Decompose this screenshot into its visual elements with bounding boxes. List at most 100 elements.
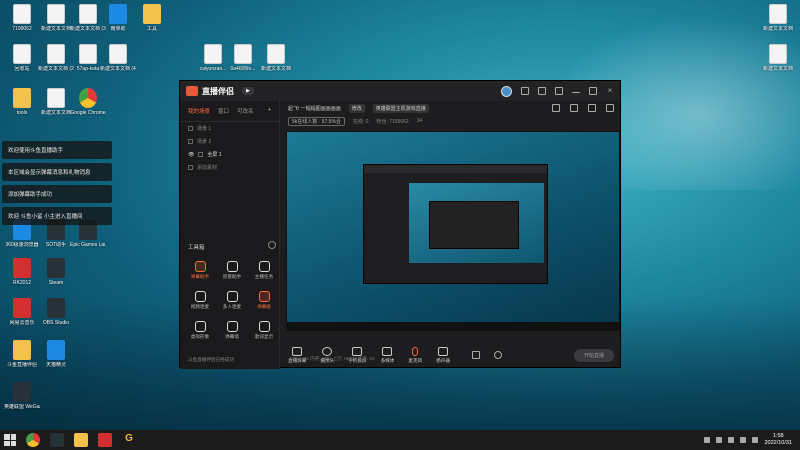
media-button[interactable]: 多媒体 <box>381 346 394 364</box>
tray-icon[interactable] <box>728 437 735 443</box>
eye-icon[interactable]: 👁 <box>188 152 194 158</box>
scene-item[interactable]: 👁 全屏 1 <box>180 148 279 161</box>
start-live-button[interactable]: 开始直播 <box>573 348 614 362</box>
speaker-button[interactable]: 扬声器 <box>436 346 450 364</box>
app-icon <box>47 340 65 360</box>
stream-preview[interactable] <box>286 131 620 331</box>
desktop-icon[interactable]: tools <box>4 88 40 116</box>
mail-icon[interactable] <box>521 87 529 95</box>
desktop-icon[interactable]: 7199062 <box>4 4 40 32</box>
gift-icon[interactable] <box>552 104 560 112</box>
tool-item[interactable]: 主播任务 <box>250 261 278 280</box>
bell-icon[interactable] <box>588 104 596 112</box>
tool-item[interactable]: 视频连麦 <box>186 291 214 310</box>
desktop-icon-label: Google Chrome <box>70 110 106 116</box>
tray-icon[interactable] <box>704 437 711 443</box>
desktop-icon[interactable]: 回收站 <box>4 44 40 72</box>
game-icon <box>13 382 31 402</box>
tool-item[interactable]: 多人连麦 <box>218 291 246 310</box>
desktop-icon[interactable]: 新建文本文档 <box>38 4 74 32</box>
preview-window <box>363 164 548 284</box>
live-pill[interactable]: ▶ <box>242 87 254 95</box>
box-icon[interactable] <box>570 104 578 112</box>
tool-item[interactable]: 房管助手 <box>218 261 246 280</box>
checkbox-icon[interactable] <box>188 165 193 170</box>
tab-window[interactable]: 窗口 <box>218 107 229 115</box>
desktop-icon[interactable]: 新建文本文档 (4) <box>100 44 136 72</box>
desktop-icon[interactable]: 新建文本文档 <box>760 4 796 32</box>
more-tools-button[interactable] <box>268 241 276 249</box>
desktop-icon[interactable]: 斗鱼直播伴侣 <box>4 340 40 368</box>
douyu-taskbar-icon[interactable] <box>74 433 88 447</box>
scene-item[interactable]: 场景 1 <box>180 122 279 135</box>
preview-taskbar <box>287 322 619 330</box>
checkbox-icon[interactable] <box>188 126 193 131</box>
category-tag[interactable]: 英雄联盟主机游戏直播 <box>372 103 429 113</box>
minimize-icon[interactable] <box>572 89 580 93</box>
checkbox-icon[interactable] <box>198 152 204 157</box>
desktop-icon[interactable]: 雨果助 <box>100 4 136 32</box>
tab-my-scenes[interactable]: 我的场景 <box>188 107 210 115</box>
desktop-icon[interactable]: 天猫精灵 <box>38 340 74 368</box>
tool-label: 弹幕姬 <box>257 304 271 309</box>
doc-icon <box>79 44 97 64</box>
terminal-taskbar-icon[interactable] <box>50 433 64 447</box>
desktop-icon-label: 斗鱼直播伴侣 <box>6 362 37 368</box>
volume-icon[interactable] <box>752 437 759 443</box>
tool-label: 虚拟形象 <box>190 334 210 339</box>
chrome-icon <box>79 88 97 108</box>
nested-preview-window <box>429 201 519 249</box>
close-icon[interactable]: × <box>606 87 614 95</box>
desktop-icon[interactable]: 0a4605fe... <box>225 44 261 72</box>
desktop-icon[interactable]: 新建文本文档 (2) <box>38 44 74 72</box>
desktop-icon-label: SOT助手 <box>45 242 67 248</box>
shirt-icon[interactable] <box>538 87 546 95</box>
desktop-icon[interactable]: 新建文本文档 <box>258 44 294 72</box>
scene-item[interactable]: 添加素材 <box>180 161 279 174</box>
desktop-icon[interactable]: 英雄联盟 WeGame版 <box>4 382 40 410</box>
chrome-taskbar-icon[interactable] <box>26 433 40 447</box>
microphone-button[interactable]: 麦克风 <box>408 346 422 364</box>
scene-item[interactable]: 场景 2 <box>180 135 279 148</box>
tray-icon[interactable] <box>716 437 723 443</box>
system-tray: 1:58 2022/10/31 <box>704 433 800 447</box>
desktop-icon[interactable]: Steam <box>38 258 74 286</box>
clock[interactable]: 1:58 2022/10/31 <box>764 433 792 447</box>
tool-item[interactable]: 歌词显示 <box>250 321 278 340</box>
maximize-icon[interactable] <box>589 87 597 95</box>
desktop-icon[interactable]: Google Chrome <box>70 88 106 116</box>
checkbox-icon[interactable] <box>188 139 193 144</box>
menu-icon[interactable] <box>555 87 563 95</box>
desktop-icon[interactable]: 工具 <box>134 4 170 32</box>
share-icon[interactable] <box>606 104 614 112</box>
tab-rename[interactable]: 可改名 <box>237 107 254 115</box>
doc-icon <box>13 4 31 24</box>
desktop-icon[interactable]: 新建文本文档 <box>38 88 74 116</box>
tool-item[interactable]: 弹幕墙 <box>218 321 246 340</box>
app-name: 直播伴侣 <box>202 86 234 96</box>
desktop-icon[interactable]: 新建文本文档 <box>760 44 796 72</box>
add-scene-button[interactable]: + <box>268 107 271 115</box>
record-icon[interactable] <box>471 351 480 359</box>
desktop-icon-label: 新建文本文档 (2) <box>38 66 74 72</box>
desktop-icon[interactable]: 网易云音乐 <box>4 298 40 326</box>
desktop-icon[interactable]: RK2012 <box>4 258 40 286</box>
clock-time: 1:58 <box>772 433 784 439</box>
control-label: 扬声器 <box>436 357 450 363</box>
app-taskbar-icon[interactable]: G <box>122 433 136 447</box>
tool-item[interactable]: 虚拟形象 <box>186 321 214 340</box>
doc-icon <box>79 4 97 24</box>
settings-icon[interactable] <box>493 351 502 359</box>
tool-item[interactable]: 弹幕姬 <box>250 291 278 310</box>
user-avatar[interactable] <box>501 85 512 97</box>
desktop-icon[interactable]: OBS Studio <box>38 298 74 326</box>
network-icon[interactable] <box>740 437 747 443</box>
windows-start-icon[interactable] <box>4 434 16 446</box>
edit-title-button[interactable]: 修改 <box>348 103 365 113</box>
tool-item[interactable]: 弹幕助手 <box>186 261 214 280</box>
toolbox-title: 工具箱 <box>188 245 205 251</box>
netease-music-taskbar-icon[interactable] <box>98 433 112 447</box>
microphone-icon <box>412 346 419 356</box>
monitor-icon <box>292 346 303 356</box>
room-title[interactable]: 起飞! 一幅幅图画画画画 <box>288 105 341 112</box>
